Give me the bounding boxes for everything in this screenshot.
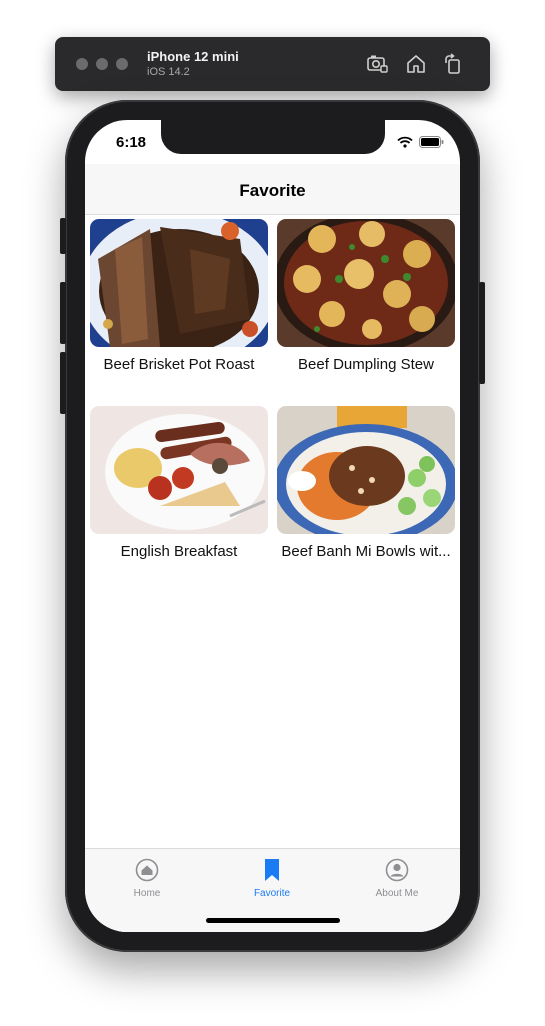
- person-icon: [385, 858, 409, 882]
- volume-up-button: [60, 282, 66, 344]
- wifi-icon: [397, 136, 413, 148]
- recipe-title: Beef Dumpling Stew: [298, 356, 434, 373]
- device-name: iPhone 12 mini: [147, 49, 239, 64]
- notch: [161, 120, 385, 154]
- power-button: [479, 282, 485, 384]
- recipe-image: [277, 219, 455, 347]
- mute-switch: [60, 218, 66, 254]
- volume-down-button: [60, 352, 66, 414]
- window-minimize-button[interactable]: [96, 58, 108, 70]
- recipe-card[interactable]: Beef Brisket Pot Roast: [90, 219, 268, 373]
- home-indicator[interactable]: [206, 918, 340, 923]
- tab-about-me[interactable]: About Me: [352, 858, 442, 899]
- window-close-button[interactable]: [76, 58, 88, 70]
- page-title: Favorite: [239, 181, 306, 200]
- recipe-card[interactable]: English Breakfast: [90, 406, 268, 560]
- bookmark-icon: [260, 858, 284, 882]
- tab-favorite[interactable]: Favorite: [227, 858, 317, 899]
- tab-label: Home: [133, 888, 161, 899]
- recipe-title: Beef Banh Mi Bowls wit...: [281, 543, 451, 560]
- app-screen: 6:18 Favorite Beef Brisket Pot Roast Bee…: [85, 120, 460, 932]
- os-version: iOS 14.2: [147, 66, 190, 78]
- battery-icon: [419, 136, 444, 148]
- recipe-image: [90, 219, 268, 347]
- tab-label: Favorite: [253, 888, 291, 899]
- simulator-toolbar: iPhone 12 mini iOS 14.2: [55, 37, 490, 91]
- navigation-bar: Favorite: [85, 164, 460, 215]
- rotate-icon[interactable]: [442, 53, 464, 75]
- recipe-card[interactable]: Beef Banh Mi Bowls wit...: [277, 406, 455, 560]
- tab-bar: Home Favorite About Me: [85, 848, 460, 932]
- tab-home[interactable]: Home: [102, 858, 192, 899]
- home-icon: [135, 858, 159, 882]
- recipe-title: Beef Brisket Pot Roast: [103, 356, 255, 373]
- recipe-card[interactable]: Beef Dumpling Stew: [277, 219, 455, 373]
- window-zoom-button[interactable]: [116, 58, 128, 70]
- screenshot-icon[interactable]: [366, 53, 388, 75]
- recipe-image: [277, 406, 455, 534]
- tab-label: About Me: [375, 888, 419, 899]
- recipe-image: [90, 406, 268, 534]
- status-time: 6:18: [116, 134, 147, 151]
- recipe-title: English Breakfast: [120, 543, 238, 560]
- home-icon[interactable]: [405, 53, 427, 75]
- status-icons: [397, 136, 444, 148]
